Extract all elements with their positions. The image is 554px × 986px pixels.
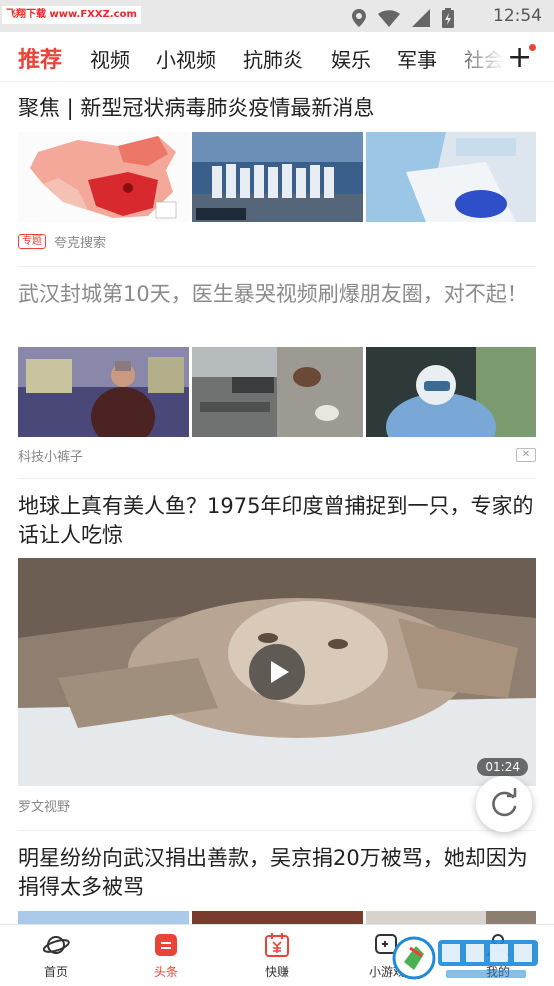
calendar-yuan-icon <box>265 933 289 957</box>
signal-icon <box>412 9 430 27</box>
news-meta: 专题 夸克搜索 <box>18 232 106 251</box>
news-source: 夸克搜索 <box>54 236 107 251</box>
photo-image <box>18 911 189 924</box>
tab-anti-pneumonia[interactable]: 抗肺炎 <box>243 44 303 73</box>
nav-label: 首页 <box>43 965 68 979</box>
news-meta: 科技小裤子 <box>18 446 83 465</box>
nav-label: 头条 <box>153 965 178 979</box>
tab-recommend[interactable]: 推荐 <box>18 42 62 74</box>
topic-tag: 专题 <box>18 234 46 249</box>
doctor-writing-thumbnail[interactable] <box>366 132 536 222</box>
doctor-crying-thumbnail[interactable] <box>366 347 536 437</box>
tab-entertainment[interactable]: 娱乐 <box>331 44 371 73</box>
news-thumbnail[interactable] <box>192 911 363 924</box>
clock: 12:54 <box>493 6 542 26</box>
video-thumbnail[interactable]: 01:24 <box>18 558 536 786</box>
nav-label: 快赚 <box>264 965 289 979</box>
news-thumbnail[interactable] <box>18 911 189 924</box>
headline-icon <box>155 934 177 956</box>
photo-image <box>18 347 189 437</box>
notification-dot <box>529 44 536 51</box>
battery-icon <box>442 8 454 28</box>
dismiss-button[interactable]: ✕ <box>516 448 536 462</box>
news-thumbnail[interactable] <box>366 911 536 924</box>
divider <box>18 266 536 267</box>
nav-headlines[interactable]: 头条 <box>126 931 206 980</box>
photo-image <box>366 347 536 437</box>
street-scene-thumbnail[interactable] <box>192 347 363 437</box>
status-bar: 飞翔下载 www.FXXZ.com 12:54 <box>0 0 554 32</box>
refresh-button[interactable] <box>476 776 532 832</box>
photo-image <box>192 347 363 437</box>
tab-short-video[interactable]: 小视频 <box>156 44 216 73</box>
category-tabs: 推荐 视频 小视频 抗肺炎 娱乐 军事 社会 + <box>0 32 554 82</box>
photo-image <box>192 911 363 924</box>
news-title[interactable]: 地球上真有美人鱼？1975年印度曾捕捉到一只，专家的话让人吃惊 <box>18 492 538 550</box>
nav-earn[interactable]: 快赚 <box>237 931 317 980</box>
tab-video[interactable]: 视频 <box>90 44 130 73</box>
news-title[interactable]: 明星纷纷向武汉捐出善款，吴京捐20万被骂，她却因为捐得太多被骂 <box>18 844 538 902</box>
medical-team-thumbnail[interactable] <box>192 132 363 222</box>
news-title[interactable]: 武汉封城第10天，医生暴哭视频刷爆朋友圈，对不起！ <box>18 280 538 309</box>
watermark-logo <box>392 936 538 980</box>
watermark-badge: 飞翔下载 www.FXXZ.com <box>2 6 141 24</box>
refresh-icon <box>492 787 517 817</box>
news-feed[interactable]: 聚焦 | 新型冠状病毒肺炎疫情最新消息 专题 夸克搜索 武汉封城第10天，医生暴… <box>0 82 554 924</box>
video-duration: 01:24 <box>477 758 528 776</box>
add-channel-button[interactable]: + <box>504 38 540 74</box>
status-icons <box>352 8 454 28</box>
play-button[interactable] <box>249 644 305 700</box>
news-title[interactable]: 聚焦 | 新型冠状病毒肺炎疫情最新消息 <box>18 94 538 123</box>
china-map-thumbnail[interactable] <box>18 132 189 222</box>
tab-military[interactable]: 军事 <box>397 44 437 73</box>
wifi-icon <box>378 9 400 27</box>
news-meta: 罗文视野 <box>18 796 70 815</box>
nav-home[interactable]: 首页 <box>16 931 96 980</box>
map-image <box>18 132 189 222</box>
location-icon <box>352 9 366 27</box>
photo-image <box>366 911 536 924</box>
photo-image <box>366 132 536 222</box>
photo-image <box>192 132 363 222</box>
planet-icon <box>42 936 70 954</box>
news-source: 罗文视野 <box>18 800 71 815</box>
train-passenger-thumbnail[interactable] <box>18 347 189 437</box>
divider <box>18 478 536 479</box>
divider <box>18 830 536 831</box>
news-source: 科技小裤子 <box>18 450 84 465</box>
